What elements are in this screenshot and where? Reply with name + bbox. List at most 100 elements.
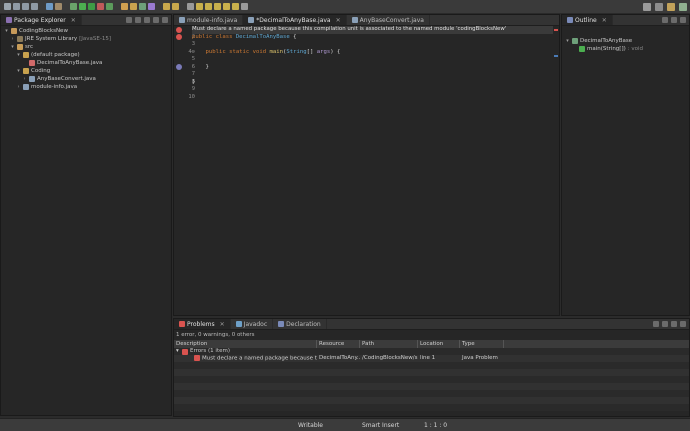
link-editor-icon[interactable] (135, 17, 141, 23)
search-icon[interactable] (643, 3, 651, 11)
code-text: ) { (330, 48, 341, 55)
view-menu-icon[interactable] (662, 321, 668, 327)
filter-icon[interactable] (653, 321, 659, 327)
code-area[interactable]: Must declare a named package because thi… (192, 26, 553, 101)
empty-table-row (174, 376, 689, 383)
column-header[interactable]: Location (418, 340, 460, 348)
open-type-icon[interactable] (163, 3, 170, 10)
external-tools-icon[interactable] (97, 3, 104, 10)
error-annotation-line: Must declare a named package because thi… (192, 26, 553, 34)
expand-toggle-icon[interactable]: › (10, 36, 15, 42)
tree-item-label: CodingBlocksNew (19, 28, 68, 34)
save-all-icon[interactable] (22, 3, 29, 10)
tab-outline[interactable]: Outline ✕ (562, 15, 613, 25)
error-marker-icon[interactable] (176, 34, 182, 40)
sort-icon[interactable] (662, 17, 668, 23)
overview-error-marker[interactable] (554, 29, 558, 31)
debug-perspective-icon[interactable] (679, 3, 687, 11)
quick-fix-icon[interactable] (176, 64, 182, 70)
tree-item[interactable]: › module-info.java (16, 83, 77, 91)
new-java-project-icon[interactable] (121, 3, 128, 10)
new-interface-icon[interactable] (148, 3, 155, 10)
save-icon[interactable] (13, 3, 20, 10)
tab-problems[interactable]: Problems ✕ (174, 319, 231, 329)
close-icon[interactable]: ✕ (602, 17, 607, 24)
package-explorer-tabbar: Package Explorer ✕ (1, 15, 171, 26)
expand-toggle-icon[interactable]: ▾ (10, 44, 15, 50)
expand-toggle-icon[interactable]: ▾ (16, 52, 21, 58)
code-line-6: } (192, 64, 553, 72)
tree-item[interactable]: › JRE System Library [JavaSE-15] (10, 35, 111, 43)
outline-item[interactable]: ▾ DecimalToAnyBase (565, 37, 632, 45)
editor-tab[interactable]: module-info.java (174, 15, 244, 25)
tree-item[interactable]: ▾ src (10, 43, 33, 51)
column-header[interactable]: Path (360, 340, 418, 348)
package-explorer-panel: Package Explorer ✕ ▾ CodingBlocksNew › JRE … (0, 14, 172, 416)
collapse-all-icon[interactable] (126, 17, 132, 23)
run-config-icon[interactable] (88, 3, 95, 10)
expand-toggle-icon[interactable]: › (22, 76, 27, 82)
editor-tab-label: *DecimalToAnyBase.java (256, 16, 331, 24)
column-header[interactable]: Type (460, 340, 504, 348)
view-toolbar (662, 17, 686, 23)
expand-toggle-icon[interactable]: ▾ (174, 348, 182, 355)
tree-item[interactable]: › AnyBaseConvert.java (22, 75, 96, 83)
minimize-icon[interactable] (671, 321, 677, 327)
coverage-icon[interactable] (106, 3, 113, 10)
new-package-icon[interactable] (130, 3, 137, 10)
java-perspective-icon[interactable] (667, 3, 675, 11)
build-icon[interactable] (46, 3, 53, 10)
tree-item[interactable]: DecimalToAnyBase.java (22, 59, 102, 67)
maximize-icon[interactable] (680, 321, 686, 327)
expand-toggle-icon[interactable]: ▾ (16, 68, 21, 74)
problem-cell: Must declare a named package because thi… (174, 355, 317, 362)
editor-tab[interactable]: *DecimalToAnyBase.java ✕ (243, 15, 347, 25)
new-class-icon[interactable] (139, 3, 146, 10)
close-icon[interactable]: ✕ (71, 17, 76, 24)
maximize-icon[interactable] (162, 17, 168, 23)
open-perspective-icon[interactable] (655, 3, 663, 11)
close-icon[interactable]: ✕ (336, 17, 341, 24)
minimize-icon[interactable] (153, 17, 159, 23)
code-text: [] (306, 48, 317, 55)
outline-item[interactable]: main(String[]): void (572, 45, 643, 53)
empty-table-row (174, 397, 689, 404)
keyword: public (205, 48, 226, 55)
tab-declaration[interactable]: Declaration (273, 319, 327, 329)
minimize-icon[interactable] (680, 17, 686, 23)
back-icon[interactable] (223, 3, 230, 10)
outline-panel: Outline ✕ ▾ DecimalToAnyBase main(String[]… (561, 14, 690, 316)
tree-item[interactable]: ▾ CodingBlocksNew (4, 27, 68, 35)
new-file-icon[interactable] (4, 3, 11, 10)
debug-icon[interactable] (70, 3, 77, 10)
expand-toggle-icon[interactable]: › (16, 84, 21, 90)
next-annotation-icon[interactable] (196, 3, 203, 10)
problem-row[interactable]: Must declare a named package because thi… (174, 355, 689, 362)
last-edit-icon[interactable] (214, 3, 221, 10)
column-header[interactable]: Resource (317, 340, 360, 348)
view-menu-icon[interactable] (671, 17, 677, 23)
forward-icon[interactable] (232, 3, 239, 10)
problem-group-row[interactable]: ▾ Errors (1 item) (174, 348, 689, 355)
expand-toggle-icon[interactable]: ▾ (4, 28, 9, 34)
print-icon[interactable] (31, 3, 38, 10)
pin-editor-icon[interactable] (241, 3, 248, 10)
editor-tab[interactable]: AnyBaseConvert.java (347, 15, 430, 25)
tree-item[interactable]: ▾ Coding (16, 67, 50, 75)
view-menu-icon[interactable] (144, 17, 150, 23)
search-icon[interactable] (172, 3, 179, 10)
tree-item-suffix: [JavaSE-15] (79, 36, 112, 42)
view-toolbar (126, 17, 168, 23)
prev-annotation-icon[interactable] (205, 3, 212, 10)
tab-package-explorer[interactable]: Package Explorer ✕ (1, 15, 82, 25)
new-wizard-icon[interactable] (55, 3, 62, 10)
error-marker-icon[interactable] (176, 27, 182, 33)
toggle-mark-icon[interactable] (187, 3, 194, 10)
run-icon[interactable] (79, 3, 86, 10)
column-header[interactable]: Description (174, 340, 317, 348)
tab-javadoc[interactable]: Javadoc (231, 319, 274, 329)
tree-item[interactable]: ▾ (default package) (16, 51, 80, 59)
expand-toggle-icon[interactable]: ▾ (565, 38, 570, 44)
close-icon[interactable]: ✕ (220, 321, 225, 328)
overview-occurrence-marker[interactable] (554, 55, 558, 57)
